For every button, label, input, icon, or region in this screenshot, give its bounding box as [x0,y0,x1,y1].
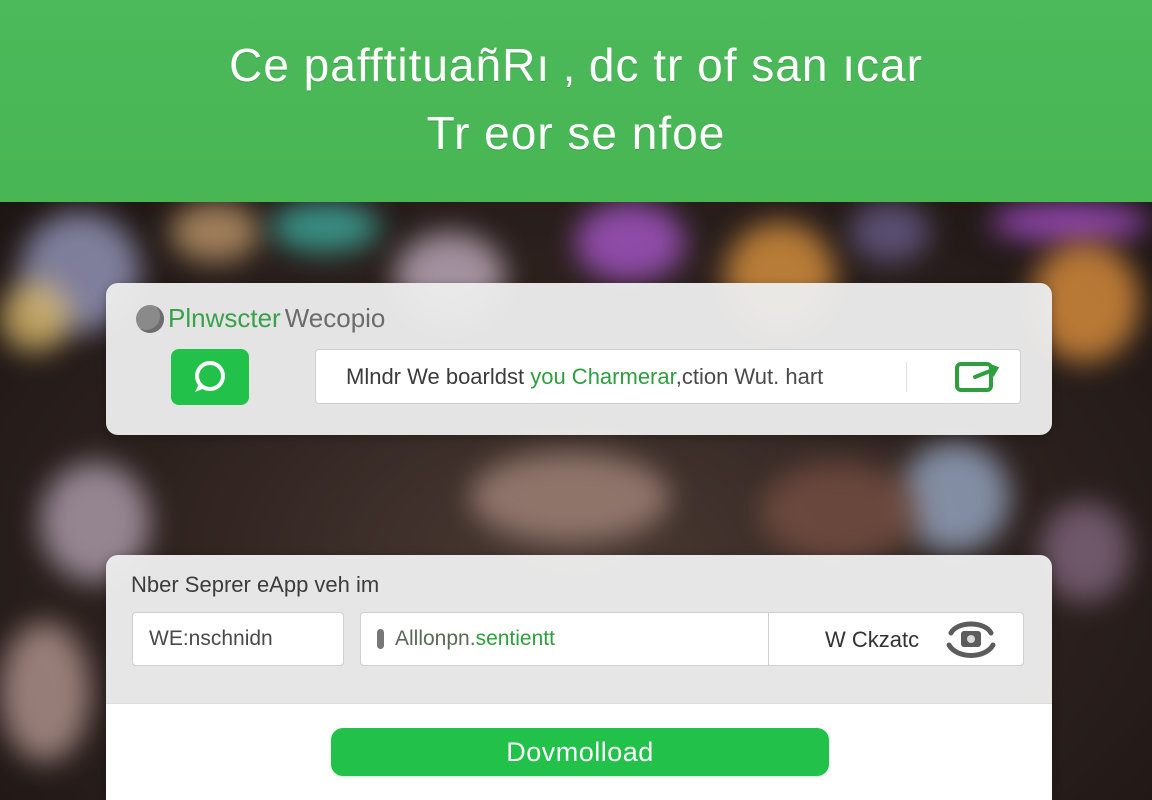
hero-banner: Ce pafftituañRı ‚ dc tr of san ıcar Tr e… [0,0,1152,202]
message-card-title: Plnwscter [168,303,281,333]
message-card-subtitle: Wecopio [284,303,386,333]
search-field-text-part-1: Alllonpn. [395,627,476,650]
text-cursor [377,629,384,649]
name-field[interactable]: WE:nschnidn [132,612,344,666]
search-field-text-part-2: sentientt [475,627,555,650]
field-divider [768,613,769,665]
contact-phone-icon[interactable] [943,619,999,659]
hero-title-line-1: Ce pafftituañRı ‚ dc tr of san ıcar [229,39,923,91]
share-box-icon [955,362,1000,392]
message-input[interactable]: Mlndr We boarldst you Charmerar,ction Wu… [315,349,1021,404]
input-divider [906,362,907,392]
download-button[interactable]: Dovmolload [331,728,829,776]
message-card-header: Plnwscter Wecopio [136,303,385,334]
message-text-part-1: Mlndr We boarldst [346,364,531,389]
download-area: Dovmolload [106,703,1052,800]
chat-bubble-icon[interactable] [171,349,249,405]
contact-label: W Ckzatc [825,627,920,652]
message-text-part-3: ,ction Wut. hart [675,364,824,389]
search-field[interactable]: Alllonpn.sentientt W Ckzatc [360,612,1024,666]
hero-title-line-2: Tr eor se nfoe [426,107,726,159]
message-text-part-2: you Charmerar [530,364,676,389]
search-field-text: Alllonpn.sentientt [395,627,555,651]
form-label: Nber Seprer eApp veh im [131,572,380,597]
message-text: Mlndr We boarldst you Charmerar,ction Wu… [346,364,823,390]
download-card: Nber Seprer eApp veh im WE:nschnidn Alll… [106,555,1052,800]
message-card: Plnwscter Wecopio Mlndr We boarldst you … [106,283,1052,435]
grey-circle-icon [136,304,164,333]
share-button[interactable] [949,358,1005,396]
